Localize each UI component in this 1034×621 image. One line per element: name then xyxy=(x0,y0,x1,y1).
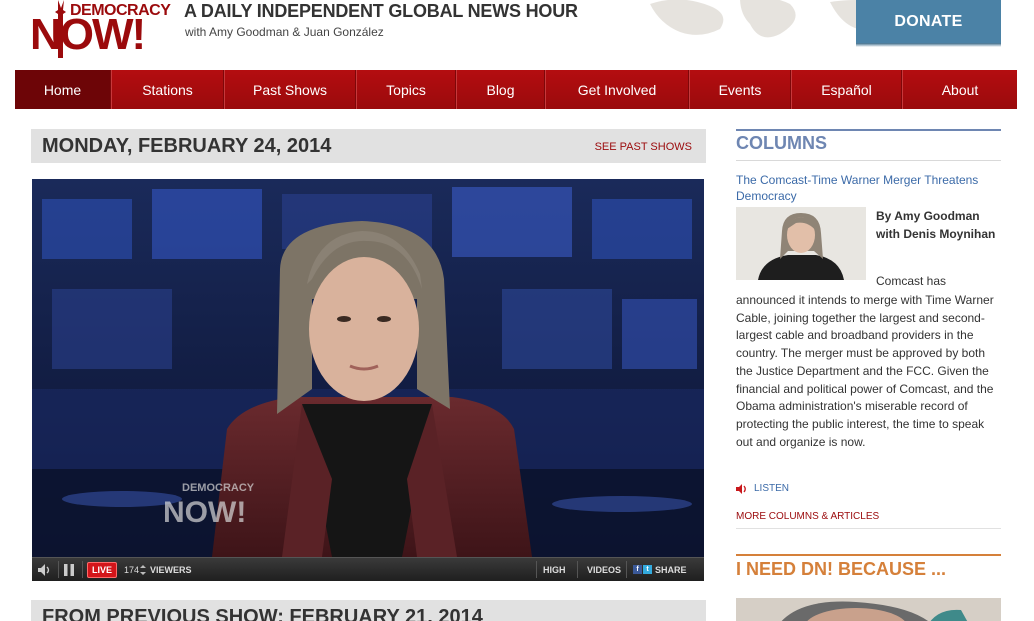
column-byline: By Amy Goodman with Denis Moynihan xyxy=(876,209,996,241)
donate-button-shadow xyxy=(856,43,1001,47)
control-separator xyxy=(58,561,59,578)
see-past-shows-link[interactable]: SEE PAST SHOWS xyxy=(595,141,692,153)
pause-button[interactable] xyxy=(64,558,74,581)
column-article-link[interactable]: The Comcast-Time Warner Merger Threatens… xyxy=(736,172,1004,204)
nav-item-past-shows[interactable]: Past Shows xyxy=(224,70,356,109)
control-separator xyxy=(577,561,578,578)
viewers-label: VIEWERS xyxy=(150,564,192,575)
logo-text-bottom: NOW! xyxy=(30,10,146,59)
control-separator xyxy=(82,561,83,578)
viewer-count: 174 xyxy=(124,564,140,575)
main-nav: Home Stations Past Shows Topics Blog Get… xyxy=(15,70,1017,109)
need-dn-photo[interactable] xyxy=(736,598,1001,621)
show-date-bar: MONDAY, FEBRUARY 24, 2014 SEE PAST SHOWS xyxy=(31,129,706,163)
videos-label: VIDEOS xyxy=(587,564,622,575)
nav-item-blog[interactable]: Blog xyxy=(456,70,545,109)
nav-item-stations[interactable]: Stations xyxy=(111,70,224,109)
viewer-trend-icon xyxy=(140,564,147,575)
video-watermark-bottom: NOW! xyxy=(163,496,246,529)
speaker-icon xyxy=(38,563,50,576)
more-columns-link[interactable]: MORE COLUMNS & ARTICLES xyxy=(736,511,879,522)
video-frame: DEMOCRACY NOW! xyxy=(32,179,704,557)
nav-item-get-involved[interactable]: Get Involved xyxy=(545,70,689,109)
video-watermark-top: DEMOCRACY xyxy=(182,482,255,494)
columns-top-rule xyxy=(736,129,1001,131)
nav-item-topics[interactable]: Topics xyxy=(356,70,456,109)
site-tagline: A DAILY INDEPENDENT GLOBAL NEWS HOUR xyxy=(184,1,578,21)
democracy-now-logo[interactable]: DEMOCRACY NOW! xyxy=(30,0,171,60)
live-badge: LIVE xyxy=(87,561,118,578)
nav-item-espanol[interactable]: Español xyxy=(791,70,902,109)
video-player[interactable]: DEMOCRACY NOW! LIVE 174 VIEWERS HIGH VID… xyxy=(32,179,704,581)
quality-high-button[interactable]: HIGH xyxy=(543,558,566,581)
site-hosts: with Amy Goodman & Juan González xyxy=(185,25,384,39)
more-columns-divider xyxy=(736,528,1001,529)
need-dn-image xyxy=(736,598,1001,621)
facebook-icon: f xyxy=(633,565,642,574)
videos-button[interactable]: VIDEOS xyxy=(587,558,621,581)
volume-button[interactable] xyxy=(38,558,52,581)
need-dn-heading: I NEED DN! BECAUSE ... xyxy=(736,559,947,579)
twitter-icon: t xyxy=(643,565,652,574)
column-teaser-lead: Comcast has xyxy=(876,274,947,288)
need-dn-top-rule xyxy=(736,554,1001,556)
author-photo[interactable] xyxy=(736,207,866,280)
video-controls-bar: LIVE 174 VIEWERS HIGH VIDEOS f t SHARE xyxy=(32,557,704,581)
nav-item-about[interactable]: About xyxy=(902,70,1017,109)
show-date-title: MONDAY, FEBRUARY 24, 2014 xyxy=(42,135,332,157)
listen-label: LISTEN xyxy=(754,483,790,494)
share-label: SHARE xyxy=(655,564,687,575)
previous-show-title: FROM PREVIOUS SHOW: FEBRUARY 21, 2014 xyxy=(42,606,483,621)
author-portrait-image xyxy=(736,207,866,280)
control-separator xyxy=(536,561,537,578)
speaker-icon xyxy=(736,483,746,494)
columns-heading: COLUMNS xyxy=(736,133,827,153)
listen-link[interactable]: LISTEN xyxy=(736,483,789,494)
previous-show-bar: FROM PREVIOUS SHOW: FEBRUARY 21, 2014 xyxy=(31,600,706,621)
columns-divider xyxy=(736,160,1001,161)
quality-high-label: HIGH xyxy=(543,564,566,575)
nav-item-events[interactable]: Events xyxy=(689,70,791,109)
control-separator xyxy=(626,561,627,578)
pause-icon xyxy=(64,563,74,576)
nav-item-home[interactable]: Home xyxy=(15,70,111,109)
donate-button[interactable]: DONATE xyxy=(856,0,1001,43)
share-button[interactable]: f t SHARE xyxy=(633,558,687,581)
column-teaser: announced it intends to merge with Time … xyxy=(736,293,994,449)
